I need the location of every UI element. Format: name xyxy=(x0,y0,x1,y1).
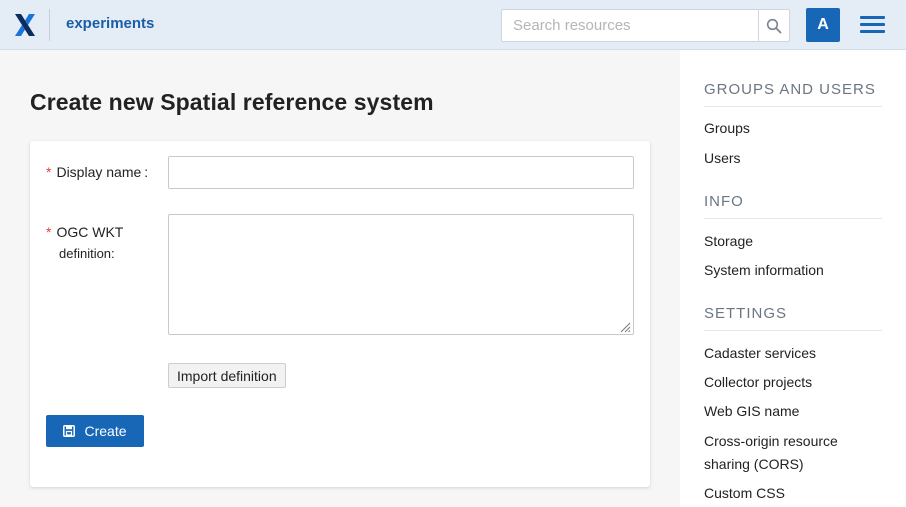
search-input[interactable] xyxy=(501,9,759,42)
sidebar-item-cadaster-services[interactable]: Cadaster services xyxy=(704,342,884,365)
logo-divider xyxy=(49,9,50,41)
label-colon: : xyxy=(144,164,149,180)
section-title-settings: SETTINGS xyxy=(704,305,882,331)
import-definition-button[interactable]: Import definition xyxy=(168,363,286,388)
create-button[interactable]: Create xyxy=(46,415,144,447)
save-icon xyxy=(63,425,76,437)
sidebar-item-storage[interactable]: Storage xyxy=(704,230,884,253)
sidebar-item-cors[interactable]: Cross-origin resource sharing (CORS) xyxy=(704,430,884,476)
display-name-input[interactable] xyxy=(168,156,634,189)
required-mark: * xyxy=(46,224,52,240)
sidebar-item-groups[interactable]: Groups xyxy=(704,117,884,140)
display-name-label-text: Display name xyxy=(56,164,142,180)
hamburger-menu-icon[interactable] xyxy=(860,15,886,35)
wkt-label-line1: OGC WKT xyxy=(56,224,124,240)
admin-sidebar: GROUPS AND USERS Groups Users INFO Stora… xyxy=(680,50,906,507)
sidebar-item-collector-projects[interactable]: Collector projects xyxy=(704,371,884,394)
required-mark: * xyxy=(46,164,52,180)
wkt-definition-textarea[interactable] xyxy=(168,214,634,335)
form-card: * Display name: * OGC WKT definition: Impo… xyxy=(30,141,650,487)
display-name-label: * Display name: xyxy=(46,164,148,180)
sidebar-item-custom-css[interactable]: Custom CSS xyxy=(704,482,884,505)
wkt-label-line2: definition: xyxy=(59,246,115,261)
main-content: Create new Spatial reference system * Dis… xyxy=(0,50,680,507)
search-icon xyxy=(766,18,782,33)
top-bar: experiments A xyxy=(0,0,906,50)
wkt-definition-label: * OGC WKT definition: xyxy=(46,222,123,264)
user-avatar-button[interactable]: A xyxy=(806,8,840,42)
logo-icon[interactable] xyxy=(12,12,38,38)
sidebar-item-users[interactable]: Users xyxy=(704,147,884,170)
search-button[interactable] xyxy=(758,9,790,42)
app-name[interactable]: experiments xyxy=(66,15,154,32)
resize-handle-icon[interactable] xyxy=(619,320,631,333)
sidebar-item-web-gis-name[interactable]: Web GIS name xyxy=(704,400,884,423)
section-title-groups-users: GROUPS AND USERS xyxy=(704,81,882,107)
create-button-label: Create xyxy=(84,423,127,439)
sidebar-item-system-information[interactable]: System information xyxy=(704,259,884,282)
section-title-info: INFO xyxy=(704,193,882,219)
page-title: Create new Spatial reference system xyxy=(30,89,434,115)
